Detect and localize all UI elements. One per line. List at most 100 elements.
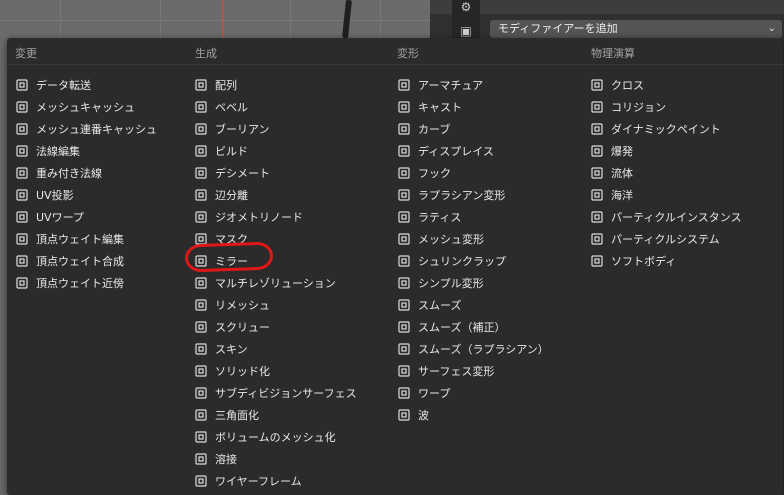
- data-transfer-icon: [15, 78, 29, 92]
- menu-item-cloth[interactable]: クロス: [590, 74, 644, 96]
- menu-item-explode[interactable]: 爆発: [590, 140, 633, 162]
- menu-item-label: デシメート: [215, 167, 270, 180]
- menu-item-decimate[interactable]: デシメート: [194, 162, 270, 184]
- menu-item-simple-deform[interactable]: シンプル変形: [397, 272, 484, 294]
- ocean-icon: [590, 188, 604, 202]
- menu-item-uv-project[interactable]: UV投影: [15, 184, 74, 206]
- uv-warp-icon: [15, 210, 29, 224]
- menu-item-label: 配列: [215, 79, 237, 92]
- render-icon[interactable]: ▣: [459, 24, 473, 38]
- collision-icon: [590, 100, 604, 114]
- chevron-down-icon: ⌄: [767, 23, 776, 34]
- mesh-deform-icon: [397, 232, 411, 246]
- menu-item-uv-warp[interactable]: UVワープ: [15, 206, 84, 228]
- menu-item-label: ワープ: [418, 387, 451, 400]
- menu-item-warp[interactable]: ワープ: [397, 382, 450, 404]
- menu-item-mesh-deform[interactable]: メッシュ変形: [397, 228, 484, 250]
- menu-item-normal-edit[interactable]: 法線編集: [15, 140, 80, 162]
- lattice-icon: [397, 210, 411, 224]
- menu-item-laplacian-deform[interactable]: ラプラシアン変形: [397, 184, 505, 206]
- menu-item-ocean[interactable]: 海洋: [590, 184, 633, 206]
- menu-item-vertex-weight-proximity[interactable]: 頂点ウェイト近傍: [15, 272, 124, 294]
- menu-item-label: 波: [418, 409, 429, 422]
- menu-item-bevel[interactable]: ベベル: [194, 96, 248, 118]
- laplacian-deform-icon: [397, 188, 411, 202]
- wave-icon: [397, 408, 411, 422]
- menu-item-solidify[interactable]: ソリッド化: [194, 360, 270, 382]
- menu-item-lattice[interactable]: ラティス: [397, 206, 461, 228]
- menu-item-edge-split[interactable]: 辺分離: [194, 184, 248, 206]
- menu-item-mesh-cache[interactable]: メッシュキャッシュ: [15, 96, 135, 118]
- menu-item-label: サーフェス変形: [418, 365, 495, 378]
- menu-item-label: マルチレゾリューション: [215, 277, 336, 290]
- menu-item-wave[interactable]: 波: [397, 404, 429, 426]
- multiresolution-icon: [194, 276, 208, 290]
- menu-item-label: スキン: [215, 343, 248, 356]
- menu-item-label: カーブ: [418, 123, 451, 136]
- menu-item-label: 法線編集: [36, 145, 80, 158]
- menu-item-volume-to-mesh[interactable]: ボリュームのメッシュ化: [194, 426, 336, 448]
- menu-item-smooth-corrective[interactable]: スムーズ（補正）: [397, 316, 505, 338]
- menu-item-triangulate[interactable]: 三角面化: [194, 404, 259, 426]
- menu-item-label: キャスト: [418, 101, 462, 114]
- menu-item-hook[interactable]: フック: [397, 162, 451, 184]
- menu-item-vertex-weight-edit[interactable]: 頂点ウェイト編集: [15, 228, 124, 250]
- menu-item-armature[interactable]: アーマチュア: [397, 74, 483, 96]
- menu-item-label: 三角面化: [215, 409, 259, 422]
- menu-item-build[interactable]: ビルド: [194, 140, 248, 162]
- smooth-laplacian-icon: [397, 342, 411, 356]
- menu-item-weld[interactable]: 溶接: [194, 448, 237, 470]
- menu-item-label: メッシュ変形: [418, 233, 484, 246]
- menu-item-fluid[interactable]: 流体: [590, 162, 633, 184]
- menu-item-cast[interactable]: キャスト: [397, 96, 462, 118]
- menu-item-label: UV投影: [36, 189, 74, 202]
- menu-item-displace[interactable]: ディスプレイス: [397, 140, 494, 162]
- menu-item-label: スムーズ（補正）: [418, 321, 506, 334]
- menu-item-vertex-weight-mix[interactable]: 頂点ウェイト合成: [15, 250, 124, 272]
- menu-item-curve[interactable]: カーブ: [397, 118, 450, 140]
- menu-item-label: パーティクルシステム: [611, 233, 720, 246]
- menu-item-boolean[interactable]: ブーリアン: [194, 118, 270, 140]
- menu-item-particle-instance[interactable]: パーティクルインスタンス: [590, 206, 742, 228]
- menu-item-subdivision-surface[interactable]: サブディビジョンサーフェス: [194, 382, 357, 404]
- bevel-icon: [194, 100, 208, 114]
- menu-item-mirror[interactable]: ミラー: [194, 250, 248, 272]
- subdivision-surface-icon: [194, 386, 208, 400]
- geometry-nodes-icon: [194, 210, 208, 224]
- menu-item-label: 溶接: [215, 453, 237, 466]
- volume-to-mesh-icon: [194, 430, 208, 444]
- menu-item-dynamic-paint[interactable]: ダイナミックペイント: [590, 118, 721, 140]
- menu-item-multiresolution[interactable]: マルチレゾリューション: [194, 272, 336, 294]
- menu-item-label: シュリンクラップ: [418, 255, 506, 268]
- menu-item-screw[interactable]: スクリュー: [194, 316, 270, 338]
- mask-icon: [194, 232, 208, 246]
- tool-settings-icon[interactable]: ⚙: [459, 0, 473, 14]
- column-header-edit: 変更: [15, 47, 37, 60]
- menu-item-label: 頂点ウェイト合成: [36, 255, 124, 268]
- menu-item-skin[interactable]: スキン: [194, 338, 248, 360]
- edge-split-icon: [194, 188, 208, 202]
- menu-item-wireframe[interactable]: ワイヤーフレーム: [194, 470, 302, 492]
- menu-item-weighted-normal[interactable]: 重み付き法線: [15, 162, 102, 184]
- surface-deform-icon: [397, 364, 411, 378]
- menu-item-particle-system[interactable]: パーティクルシステム: [590, 228, 720, 250]
- menu-item-label: ビルド: [215, 145, 248, 158]
- menu-item-collision[interactable]: コリジョン: [590, 96, 666, 118]
- column-header-deform: 変形: [397, 47, 419, 60]
- menu-item-geometry-nodes[interactable]: ジオメトリノード: [194, 206, 303, 228]
- add-modifier-dropdown[interactable]: モディファイアーを追加 ⌄: [490, 20, 782, 38]
- menu-item-label: ワイヤーフレーム: [215, 475, 302, 488]
- menu-item-data-transfer[interactable]: データ転送: [15, 74, 91, 96]
- menu-item-shrinkwrap[interactable]: シュリンクラップ: [397, 250, 506, 272]
- menu-item-smooth[interactable]: スムーズ: [397, 294, 461, 316]
- menu-item-remesh[interactable]: リメッシュ: [194, 294, 270, 316]
- menu-item-label: メッシュキャッシュ: [36, 101, 135, 114]
- menu-item-smooth-laplacian[interactable]: スムーズ（ラプラシアン）: [397, 338, 549, 360]
- menu-item-mesh-sequence-cache[interactable]: メッシュ連番キャッシュ: [15, 118, 157, 140]
- menu-item-soft-body[interactable]: ソフトボディ: [590, 250, 676, 272]
- menu-item-surface-deform[interactable]: サーフェス変形: [397, 360, 494, 382]
- warp-icon: [397, 386, 411, 400]
- vertex-weight-proximity-icon: [15, 276, 29, 290]
- menu-item-array[interactable]: 配列: [194, 74, 237, 96]
- menu-item-mask[interactable]: マスク: [194, 228, 248, 250]
